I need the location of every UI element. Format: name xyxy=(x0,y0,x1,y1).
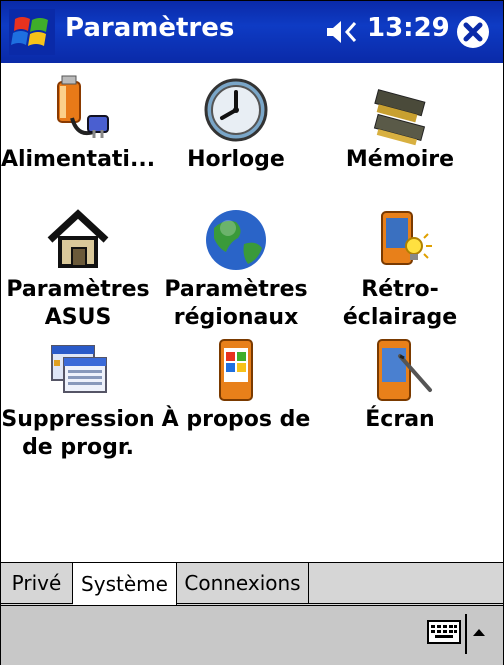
settings-item-label: Alimentati... xyxy=(0,147,156,172)
tab-label: Connexions xyxy=(184,571,301,595)
settings-item-label: Paramètres ASUS xyxy=(6,277,150,330)
clock-time[interactable]: 13:29 xyxy=(367,13,450,43)
settings-item-ecran[interactable]: Écran xyxy=(320,334,480,434)
window-title: Paramètres xyxy=(65,13,235,43)
settings-item-label: Rétro- éclairage xyxy=(342,277,458,330)
memory-chip-icon xyxy=(373,89,426,146)
house-icon xyxy=(47,209,109,268)
title-bar: Paramètres 13:29 xyxy=(1,1,503,63)
tab-prive[interactable]: Privé xyxy=(1,563,73,604)
windows-start-icon[interactable] xyxy=(9,9,55,55)
settings-item-a-propos[interactable]: À propos de xyxy=(156,334,316,434)
tab-bar-filler xyxy=(309,563,503,604)
tab-systeme[interactable]: Système xyxy=(73,563,177,605)
keyboard-icon[interactable] xyxy=(427,620,461,644)
battery-power-icon xyxy=(57,75,109,138)
settings-icon-grid: Alimentati... Horloge Mémoire Paramètres… xyxy=(0,64,502,564)
screen-stylus-icon xyxy=(377,339,432,401)
settings-item-label: Écran xyxy=(365,407,435,432)
tab-label: Système xyxy=(81,572,168,596)
settings-item-label: Suppression de progr. xyxy=(1,407,155,460)
settings-item-parametres-asus[interactable]: Paramètres ASUS xyxy=(0,204,158,332)
settings-item-label: Paramètres régionaux xyxy=(164,277,308,330)
settings-item-parametres-regionaux[interactable]: Paramètres régionaux xyxy=(156,204,316,332)
settings-item-horloge[interactable]: Horloge xyxy=(156,74,316,174)
tab-connexions[interactable]: Connexions xyxy=(177,563,309,604)
backlight-icon xyxy=(381,211,432,265)
remove-programs-icon xyxy=(51,345,107,393)
settings-item-retroeclairage[interactable]: Rétro- éclairage xyxy=(320,204,480,332)
settings-item-suppression-programmes[interactable]: Suppression de progr. xyxy=(0,334,158,462)
settings-item-label: À propos de xyxy=(161,407,311,432)
tab-bar: Privé Système Connexions xyxy=(1,562,503,605)
input-panel-separator xyxy=(465,614,467,654)
close-icon[interactable] xyxy=(455,14,491,50)
settings-item-label: Horloge xyxy=(187,147,285,172)
about-device-icon xyxy=(219,339,253,401)
globe-icon xyxy=(206,210,266,270)
menu-bar xyxy=(1,605,503,665)
settings-item-label: Mémoire xyxy=(345,147,455,172)
tab-label: Privé xyxy=(11,571,62,595)
speaker-icon[interactable] xyxy=(325,17,361,47)
clock-icon xyxy=(204,78,268,142)
settings-item-memoire[interactable]: Mémoire xyxy=(320,74,480,174)
chevron-up-icon[interactable] xyxy=(471,626,487,638)
settings-item-alimentation[interactable]: Alimentati... xyxy=(0,74,158,174)
